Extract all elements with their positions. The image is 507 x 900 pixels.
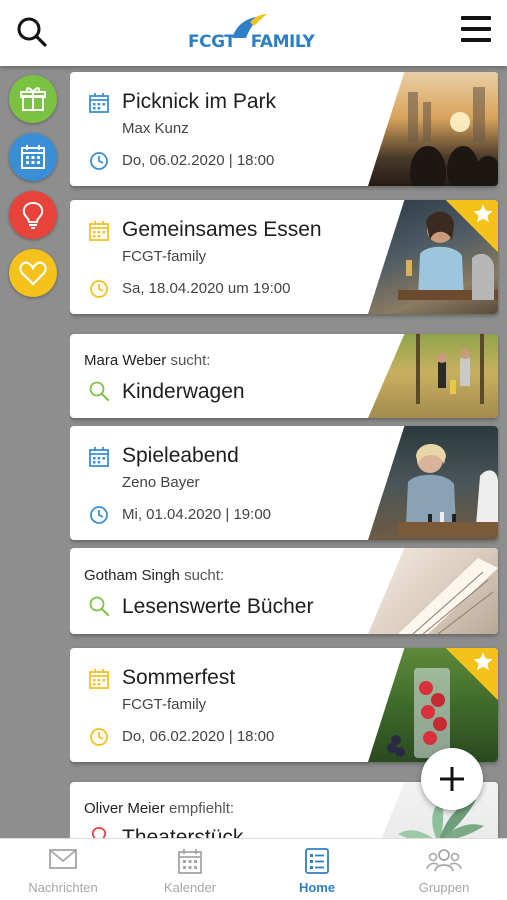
event-card[interactable]: Picknick im Park Max Kunz Do, 06.02.2020…: [70, 72, 498, 186]
rail-favorites-button[interactable]: [9, 249, 57, 297]
lightbulb-icon: [22, 201, 44, 229]
event-title: Picknick im Park: [122, 90, 277, 113]
event-date: Mi, 01.04.2020 | 19:00: [122, 506, 272, 523]
event-date: Do, 06.02.2020 | 18:00: [122, 152, 275, 169]
event-title: Gemeinsames Essen: [122, 218, 322, 241]
feed-list[interactable]: Picknick im Park Max Kunz Do, 06.02.2020…: [70, 66, 500, 838]
mail-icon: [49, 849, 77, 869]
chess-game-illustration: [398, 444, 498, 536]
rail-calendar-button[interactable]: [9, 133, 57, 181]
request-verb: sucht:: [170, 352, 211, 369]
request-header: Oliver Meier empfiehlt:: [84, 800, 234, 817]
event-card[interactable]: Spieleabend Zeno Bayer Mi, 01.04.2020 | …: [70, 426, 498, 540]
event-card[interactable]: Sommerfest FCGT-family Do, 06.02.2020 | …: [70, 648, 498, 762]
nav-item-kalender[interactable]: Kalender: [127, 839, 253, 900]
bottom-navigation: Nachrichten Kalender Home Gruppen: [0, 838, 507, 900]
calendar-icon: [21, 145, 45, 169]
search-icon: [89, 596, 109, 616]
groups-icon: [426, 849, 462, 872]
rail-gift-button[interactable]: [9, 75, 57, 123]
nav-item-gruppen[interactable]: Gruppen: [381, 839, 507, 900]
park-walk-illustration: [416, 334, 484, 404]
app-header: FCGT FAMILY: [0, 0, 507, 66]
calendar-icon: [178, 849, 202, 874]
star-icon: [473, 652, 493, 671]
nav-label: Nachrichten: [28, 880, 98, 895]
event-date: Do, 06.02.2020 | 18:00: [122, 728, 275, 745]
lightbulb-icon: [91, 827, 107, 838]
plus-icon: [440, 767, 464, 791]
nav-label: Gruppen: [418, 880, 470, 895]
event-photo: [368, 426, 498, 540]
event-organizer: FCGT-family: [122, 248, 207, 265]
open-book-illustration: [398, 558, 498, 634]
event-date: Sa, 18.04.2020 um 19:00: [122, 280, 291, 297]
nav-label: Home: [298, 880, 336, 895]
request-person: Gotham Singh: [84, 567, 180, 584]
request-person: Oliver Meier: [84, 800, 165, 817]
rail-ideas-button[interactable]: [9, 191, 57, 239]
app-logo: FCGT FAMILY: [188, 14, 322, 56]
clock-icon: [90, 280, 108, 298]
search-button[interactable]: [14, 14, 50, 50]
request-header: Mara Weber sucht:: [84, 352, 210, 369]
nav-item-nachrichten[interactable]: Nachrichten: [0, 839, 126, 900]
request-photo: [368, 548, 498, 634]
star-icon: [473, 204, 493, 223]
event-title: Spieleabend: [122, 444, 239, 467]
request-title: Kinderwagen: [122, 380, 245, 403]
heart-icon: [19, 261, 47, 286]
logo-text-fcgt: FCGT: [188, 32, 236, 52]
request-verb: sucht:: [184, 567, 225, 584]
home-list-icon: [305, 848, 329, 874]
event-title: Sommerfest: [122, 666, 236, 689]
search-icon: [89, 381, 109, 401]
request-card[interactable]: Gotham Singh sucht: Lesenswerte Bücher: [70, 548, 498, 634]
add-button[interactable]: [421, 748, 483, 810]
hamburger-menu-icon: [461, 16, 491, 42]
logo-text-family: FAMILY: [250, 32, 315, 52]
city-silhouette: [408, 87, 498, 186]
request-header: Gotham Singh sucht:: [84, 567, 224, 584]
menu-button[interactable]: [458, 14, 494, 44]
calendar-icon: [89, 221, 109, 241]
request-title: Theaterstück: [122, 826, 244, 838]
nav-label: Kalender: [163, 880, 217, 895]
category-rail: [0, 66, 66, 838]
event-organizer: FCGT-family: [122, 696, 207, 713]
request-card[interactable]: Mara Weber sucht: Kinderwagen: [70, 334, 498, 418]
calendar-icon: [89, 669, 109, 689]
request-person: Mara Weber: [84, 352, 167, 369]
request-verb: empfiehlt:: [169, 800, 235, 817]
clock-icon: [90, 506, 108, 524]
event-organizer: Max Kunz: [122, 120, 189, 137]
featured-badge: [446, 648, 498, 700]
request-title: Lesenswerte Bücher: [122, 595, 314, 618]
event-photo: [368, 72, 498, 186]
search-icon: [17, 17, 47, 47]
event-organizer: Zeno Bayer: [122, 474, 200, 491]
gift-icon: [20, 87, 46, 111]
request-photo: [368, 334, 498, 418]
clock-icon: [90, 728, 108, 746]
calendar-icon: [89, 93, 109, 113]
calendar-icon: [89, 447, 109, 467]
nav-item-home[interactable]: Home: [254, 839, 380, 900]
featured-badge: [446, 200, 498, 252]
clock-icon: [90, 152, 108, 170]
event-card[interactable]: Gemeinsames Essen FCGT-family Sa, 18.04.…: [70, 200, 498, 314]
